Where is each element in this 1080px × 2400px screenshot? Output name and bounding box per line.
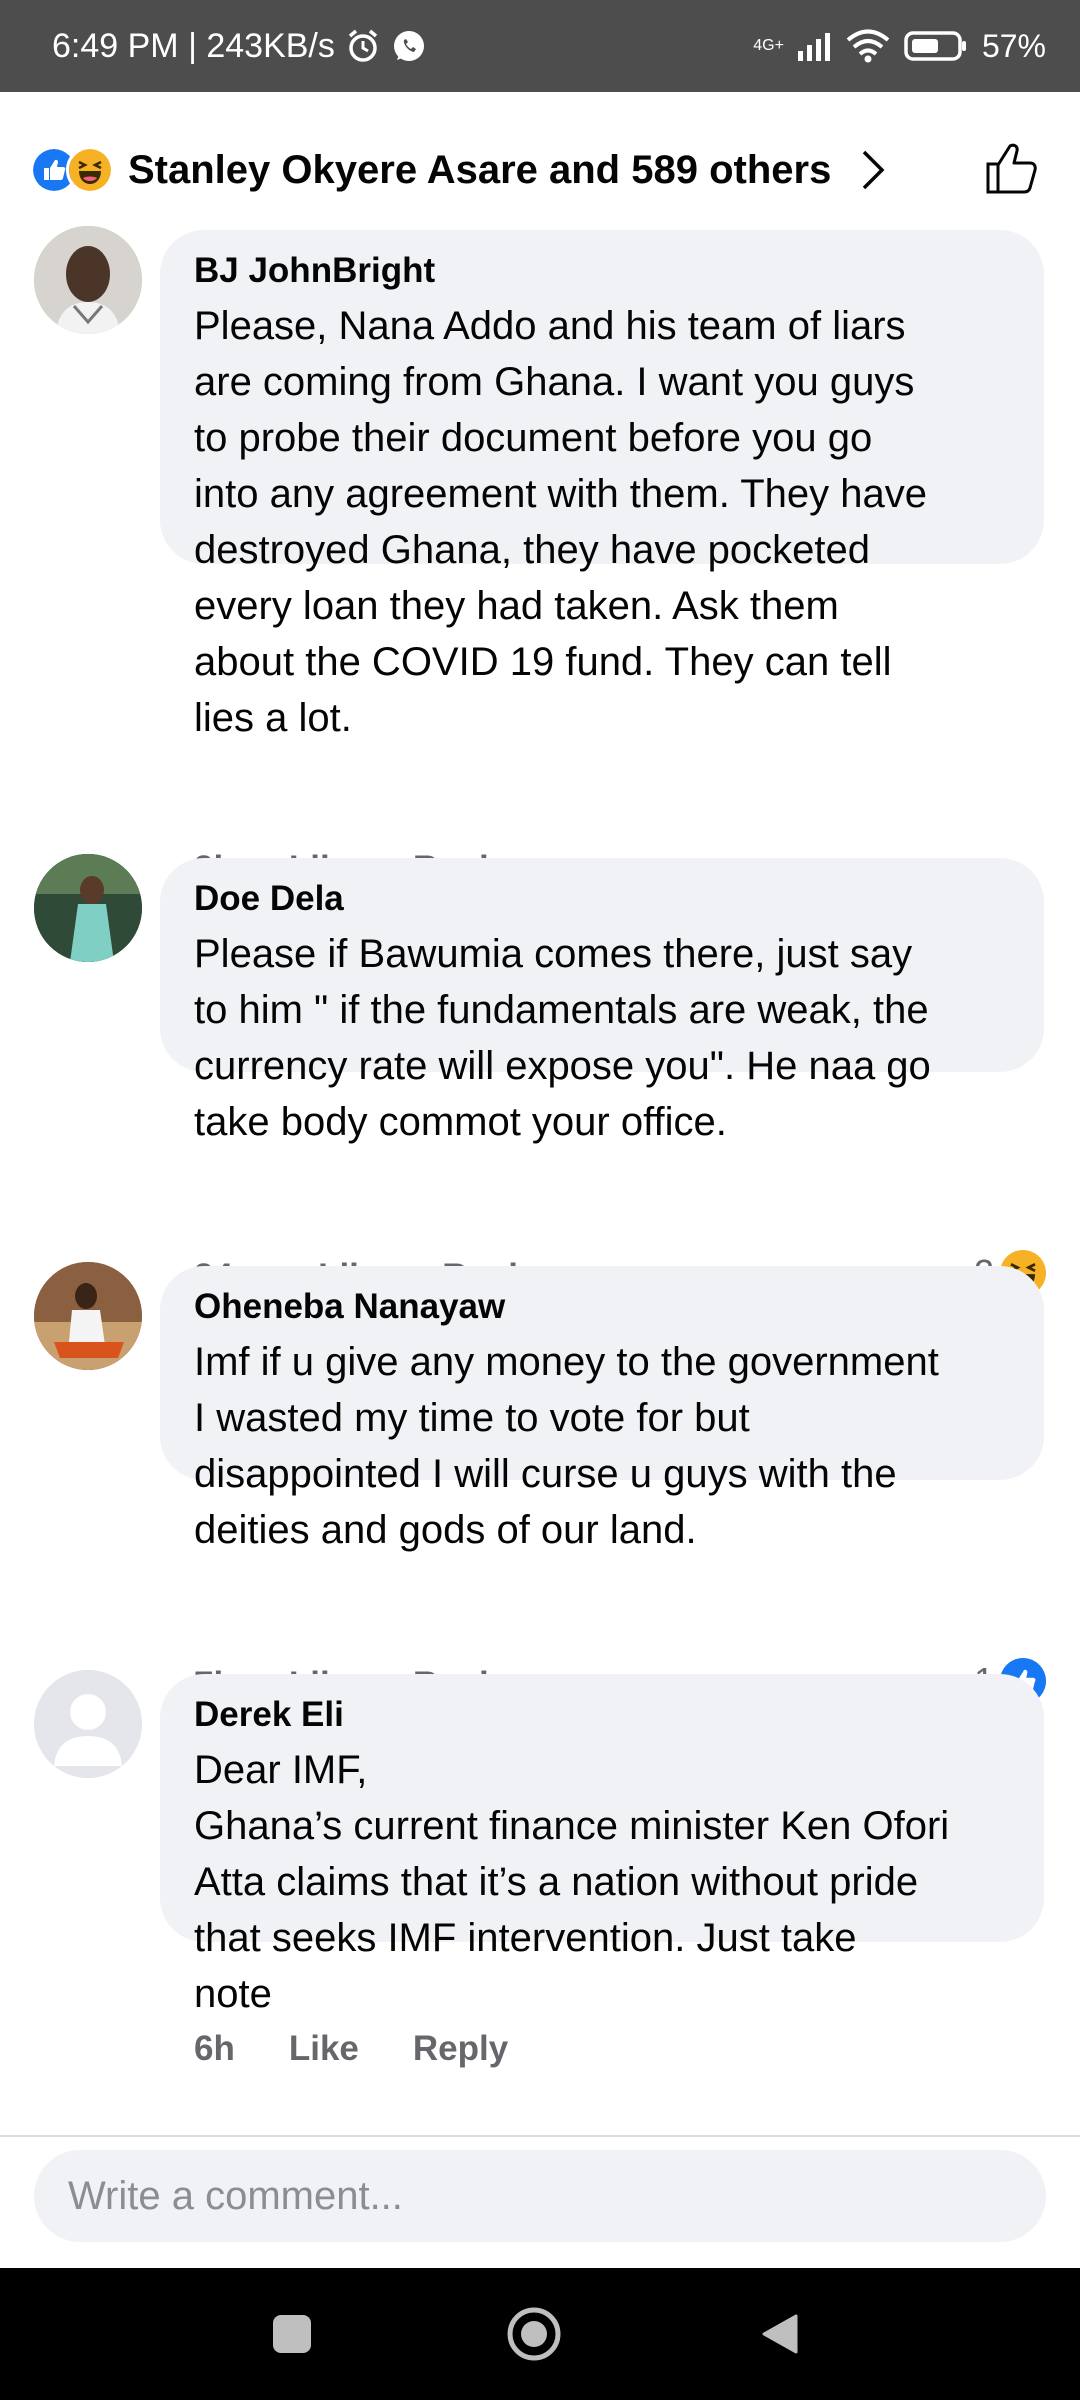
like-button-icon[interactable] (982, 138, 1042, 198)
comment-author[interactable]: Doe Dela (194, 878, 1010, 920)
comment-bubble[interactable]: Doe Dela Please if Bawumia comes there, … (160, 858, 1044, 1144)
comment-input-placeholder: Write a comment... (68, 2173, 403, 2218)
comment-input[interactable]: Write a comment... (34, 2150, 1046, 2242)
network-type: 4G+ (753, 37, 784, 54)
reactions-summary[interactable]: Stanley Okyere Asare and 589 others (30, 130, 1050, 210)
status-right: 4G+ 57% (753, 28, 1046, 65)
battery-level: 57% (981, 27, 1046, 64)
whatsapp-icon (393, 31, 424, 61)
system-nav-bar (0, 2268, 1080, 2400)
comment-bubble[interactable]: Oheneba Nanayaw Imf if u give any money … (160, 1266, 1044, 1552)
status-left: 6:49 PM | 243KB/s (52, 27, 427, 66)
comment-author[interactable]: Derek Eli (194, 1694, 1010, 1736)
avatar-photo-icon (34, 226, 142, 334)
avatar-photo-icon (34, 1262, 142, 1370)
comment-actions: 6h Like Reply (194, 2024, 562, 2074)
comment-text: Please, Nana Addo and his team of liars … (194, 304, 928, 740)
avatar-photo-icon (34, 854, 142, 962)
status-time: 6:49 PM | 243KB/s (52, 26, 335, 65)
like-link[interactable]: Like (289, 2029, 359, 2069)
comment-bubble[interactable]: Derek Eli Dear IMF, Ghana’s current fina… (160, 1674, 1044, 2016)
reply-link[interactable]: Reply (413, 2029, 508, 2069)
back-icon[interactable] (758, 2312, 802, 2356)
status-bar: 6:49 PM | 243KB/s 4G+ 57% (0, 0, 1080, 92)
comment-timestamp[interactable]: 6h (194, 2029, 235, 2069)
chevron-right-icon[interactable] (859, 148, 887, 192)
reaction-icons (30, 146, 114, 194)
comments-sheet: Stanley Okyere Asare and 589 others BJ J… (0, 92, 1080, 2268)
signal-icon (797, 33, 830, 61)
comment-bubble[interactable]: BJ JohnBright Please, Nana Addo and his … (160, 230, 1044, 740)
avatar[interactable] (34, 1670, 142, 1778)
default-avatar-icon (34, 1670, 142, 1778)
comment-text: Please if Bawumia comes there, just say … (194, 932, 931, 1144)
wifi-icon (846, 29, 890, 63)
reactions-title: Stanley Okyere Asare and 589 others (128, 147, 832, 192)
battery-icon (904, 31, 966, 61)
avatar[interactable] (34, 854, 142, 962)
comment-text: Dear IMF, Ghana’s current finance minist… (194, 1748, 950, 2016)
home-icon[interactable] (506, 2306, 562, 2362)
alarm-icon (348, 29, 377, 62)
avatar[interactable] (34, 1262, 142, 1370)
recent-apps-icon[interactable] (270, 2312, 314, 2356)
haha-reaction-icon (66, 146, 114, 194)
composer-divider (0, 2135, 1080, 2137)
comment-author[interactable]: BJ JohnBright (194, 250, 1010, 292)
comment-author[interactable]: Oheneba Nanayaw (194, 1286, 1010, 1328)
avatar[interactable] (34, 226, 142, 334)
comment-text: Imf if u give any money to the governmen… (194, 1340, 939, 1552)
